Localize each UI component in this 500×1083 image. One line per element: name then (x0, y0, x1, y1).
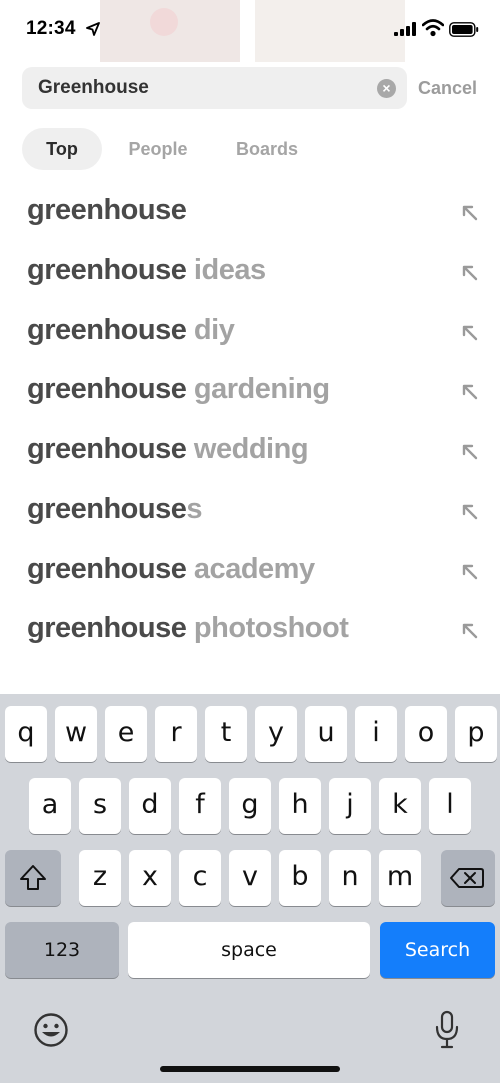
key-d[interactable]: d (129, 778, 171, 834)
search-input[interactable]: Greenhouse × (22, 67, 407, 109)
key-w[interactable]: w (55, 706, 97, 762)
tab-boards[interactable]: Boards (226, 128, 308, 170)
search-button[interactable]: Search (380, 922, 495, 978)
key-k[interactable]: k (379, 778, 421, 834)
key-s[interactable]: s (79, 778, 121, 834)
suggestion-completion: wedding (186, 433, 309, 465)
cellular-signal-icon (394, 22, 416, 36)
suggestion-text: greenhouse gardening (27, 373, 330, 406)
cancel-button[interactable]: Cancel (418, 78, 477, 99)
key-q[interactable]: q (5, 706, 47, 762)
suggestion-query-part: greenhouse (27, 612, 187, 644)
suggestion-completion: diy (186, 314, 235, 346)
suggestion-completion: ideas (186, 254, 266, 286)
key-c[interactable]: c (179, 850, 221, 906)
suggestion-item[interactable]: greenhouse ideas (0, 244, 500, 302)
fill-arrow-icon[interactable] (461, 503, 479, 521)
suggestion-completion: s (186, 493, 203, 525)
key-e[interactable]: e (105, 706, 147, 762)
shift-icon (20, 865, 46, 890)
key-n[interactable]: n (329, 850, 371, 906)
wifi-icon (422, 19, 444, 37)
suggestion-text: greenhouse (27, 194, 187, 227)
shift-key[interactable] (5, 850, 61, 906)
battery-icon (449, 22, 479, 37)
fill-arrow-icon[interactable] (461, 383, 479, 401)
location-arrow-icon (86, 22, 100, 36)
suggestion-completion: academy (186, 553, 315, 585)
key-t[interactable]: t (205, 706, 247, 762)
suggestion-item[interactable]: greenhouse academy (0, 543, 500, 601)
key-h[interactable]: h (279, 778, 321, 834)
home-indicator (160, 1066, 340, 1072)
fill-arrow-icon[interactable] (461, 264, 479, 282)
suggestion-query-part: greenhouse (27, 194, 187, 226)
suggestion-query-part: greenhouse (27, 314, 187, 346)
key-f[interactable]: f (179, 778, 221, 834)
suggestion-text: greenhouse wedding (27, 433, 309, 466)
fill-arrow-icon[interactable] (461, 324, 479, 342)
key-v[interactable]: v (229, 850, 271, 906)
suggestion-text: greenhouse academy (27, 553, 315, 586)
suggestion-item[interactable]: greenhouse (0, 184, 500, 242)
key-r[interactable]: r (155, 706, 197, 762)
suggestion-item[interactable]: greenhouse gardening (0, 363, 500, 421)
search-query: Greenhouse (38, 77, 149, 98)
suggestion-item[interactable]: greenhouse photoshoot (0, 602, 500, 660)
suggestion-query-part: greenhouse (27, 373, 187, 405)
microphone-icon[interactable] (434, 1010, 460, 1050)
key-j[interactable]: j (329, 778, 371, 834)
key-m[interactable]: m (379, 850, 421, 906)
suggestion-item[interactable]: greenhouse diy (0, 304, 500, 362)
clear-icon[interactable]: × (377, 79, 396, 98)
key-o[interactable]: o (405, 706, 447, 762)
fill-arrow-icon[interactable] (461, 563, 479, 581)
key-i[interactable]: i (355, 706, 397, 762)
suggestion-completion: photoshoot (186, 612, 349, 644)
suggestion-query-part: greenhouse (27, 553, 187, 585)
suggestion-text: greenhouse photoshoot (27, 612, 349, 645)
suggestion-completion: gardening (186, 373, 330, 405)
delete-key[interactable] (441, 850, 495, 906)
key-a[interactable]: a (29, 778, 71, 834)
suggestion-text: greenhouse diy (27, 314, 235, 347)
suggestion-text: greenhouses (27, 493, 203, 526)
key-x[interactable]: x (129, 850, 171, 906)
fill-arrow-icon[interactable] (461, 622, 479, 640)
suggestion-query-part: greenhouse (27, 254, 187, 286)
status-bar: 12:34 (0, 0, 500, 62)
tab-top[interactable]: Top (22, 128, 102, 170)
key-l[interactable]: l (429, 778, 471, 834)
suggestion-query-part: greenhouse (27, 493, 187, 525)
key-y[interactable]: y (255, 706, 297, 762)
status-time: 12:34 (26, 18, 76, 39)
key-g[interactable]: g (229, 778, 271, 834)
delete-icon (450, 868, 484, 888)
key-u[interactable]: u (305, 706, 347, 762)
suggestion-item[interactable]: greenhouses (0, 483, 500, 541)
keyboard: q w e r t y u i o p a s d f g h j k l z … (0, 694, 500, 1083)
suggestion-item[interactable]: greenhouse wedding (0, 423, 500, 481)
key-p[interactable]: p (455, 706, 497, 762)
fill-arrow-icon[interactable] (461, 204, 479, 222)
space-key[interactable]: space (128, 922, 370, 978)
emoji-icon[interactable] (33, 1012, 69, 1048)
fill-arrow-icon[interactable] (461, 443, 479, 461)
suggestion-query-part: greenhouse (27, 433, 187, 465)
key-z[interactable]: z (79, 850, 121, 906)
suggestion-text: greenhouse ideas (27, 254, 266, 287)
numbers-key[interactable]: 123 (5, 922, 119, 978)
tab-people[interactable]: People (118, 128, 198, 170)
key-b[interactable]: b (279, 850, 321, 906)
